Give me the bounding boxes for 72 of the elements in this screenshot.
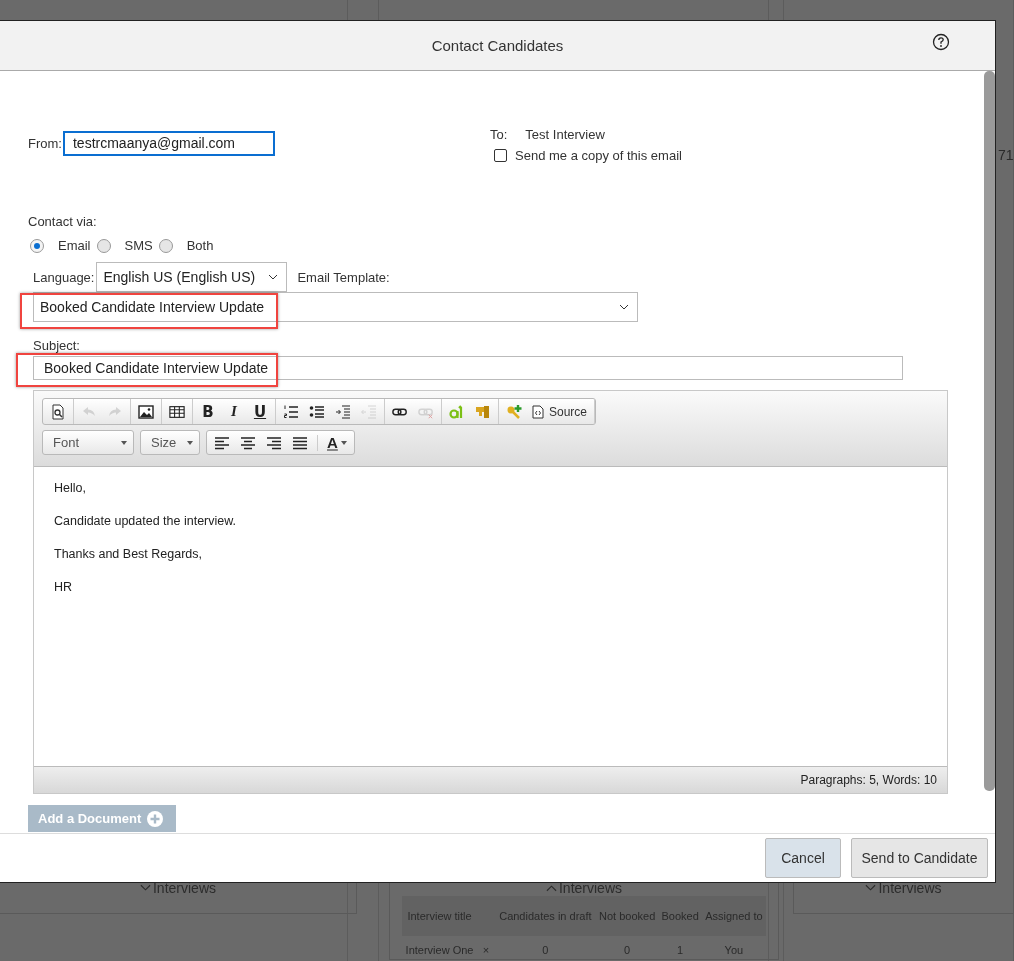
message-line: HR: [54, 579, 74, 595]
table-cell: You: [701, 936, 766, 961]
italic-button[interactable]: I: [221, 400, 247, 423]
chevron-down-icon: [268, 274, 279, 280]
subject-label: Subject:: [33, 338, 81, 353]
send-button[interactable]: Send to Candidate: [851, 838, 988, 878]
help-icon[interactable]: [932, 33, 950, 51]
spellcheck-icon: [449, 403, 465, 420]
image-icon: [138, 403, 154, 420]
recipient-text: Test Interview: [525, 127, 605, 142]
caret-icon: [187, 440, 193, 445]
toolbar-dropdown[interactable]: Font: [43, 431, 133, 454]
scrollbar[interactable]: [984, 71, 995, 791]
toolbar-dropdown[interactable]: Size: [141, 431, 199, 454]
radio-button[interactable]: [30, 238, 44, 253]
column-header: Not booked: [595, 896, 659, 936]
radio-button[interactable]: [158, 238, 173, 253]
page-text: 71: [998, 147, 1014, 163]
bullet-list-icon: [309, 403, 325, 420]
plus-icon: [147, 810, 164, 827]
to-label: To:: [490, 127, 508, 142]
column-header: Booked: [658, 896, 702, 936]
caret-icon: [121, 440, 127, 445]
table-cell: Interview One: [402, 936, 478, 961]
column-header: Assigned to: [701, 896, 766, 936]
language-label: Language:: [33, 269, 95, 285]
bold-button[interactable]: B: [195, 400, 221, 423]
dialog-title: Contact Candidates: [431, 37, 564, 54]
caret-icon: [340, 440, 347, 445]
table-cell: ×: [477, 936, 496, 961]
from-label: From:: [28, 135, 62, 151]
chevron-icon: [546, 884, 557, 892]
word-count: Paragraphs: 5, Words: 10: [800, 773, 937, 787]
text-color-button[interactable]: A: [322, 431, 352, 454]
align-center-icon: [240, 434, 256, 451]
from-field[interactable]: testrcmaanya@gmail.com: [62, 130, 275, 156]
copy-label: Send me a copy of this email: [515, 148, 682, 163]
align-left-icon: [214, 434, 230, 451]
cancel-button[interactable]: Cancel: [765, 838, 841, 878]
indent-icon: [335, 403, 351, 420]
chevron-down-icon: [619, 304, 629, 310]
underline-button[interactable]: U: [247, 400, 273, 423]
outdent-icon: [361, 403, 377, 420]
align-right-icon: [266, 434, 282, 451]
table-cell: 0: [495, 936, 596, 961]
subject-field[interactable]: Booked Candidate Interview Update: [33, 356, 903, 380]
language-dropdown[interactable]: English US (English US): [96, 262, 288, 292]
template-dropdown[interactable]: Booked Candidate Interview Update: [33, 292, 638, 322]
message-line: Hello,: [54, 480, 87, 496]
align-justify-icon: [292, 434, 308, 451]
radio-button[interactable]: [96, 238, 111, 253]
message-line: Thanks and Best Regards,: [54, 546, 203, 562]
template-label: Email Template:: [297, 269, 390, 285]
table-cell: 1: [658, 936, 702, 961]
numbered-list-icon: [283, 403, 299, 420]
chevron-icon: [140, 884, 151, 892]
table-icon: [169, 403, 185, 420]
copy-checkbox[interactable]: [494, 149, 507, 162]
radio-label: Email: [58, 238, 91, 253]
key-plus-icon: [506, 403, 522, 420]
stamp-icon: [475, 403, 491, 420]
radio-label: SMS: [124, 238, 153, 253]
document-code-icon: [532, 404, 544, 419]
preview-icon: [50, 403, 66, 420]
source-button[interactable]: Source: [527, 400, 593, 423]
column-header: Candidates in draft: [495, 896, 596, 936]
chevron-icon: [865, 884, 877, 892]
column-header: Interview title: [402, 896, 478, 936]
contact-via-label: Contact via:: [28, 214, 98, 229]
message-line: Candidate updated the interview.: [54, 513, 238, 529]
editor-body[interactable]: Hello, Candidate updated the interview. Thanks and Best Regards, HR: [34, 467, 947, 766]
radio-label: Both: [186, 238, 214, 253]
